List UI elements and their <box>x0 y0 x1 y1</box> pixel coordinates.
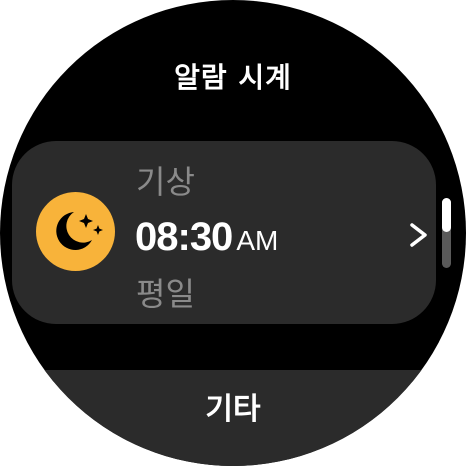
alarm-ampm: AM <box>236 225 279 256</box>
moon-stars-icon-graphic <box>56 212 103 250</box>
more-button-label: 기타 <box>205 392 261 427</box>
alarm-time-row: 08:30 AM <box>135 215 278 259</box>
watch-screen: 알람 시계 기상 08:30 AM 평일 기타 <box>0 0 466 466</box>
more-button[interactable]: 기타 <box>0 370 466 466</box>
scrollbar-thumb[interactable] <box>442 198 451 232</box>
page-title: 알람 시계 <box>174 61 292 94</box>
moon-stars-icon <box>36 192 115 271</box>
scrollbar[interactable] <box>442 198 451 268</box>
alarm-label: 기상 <box>136 163 195 201</box>
alarm-repeat-days: 평일 <box>136 275 195 313</box>
alarm-time: 08:30 <box>135 215 233 259</box>
chevron-right-icon <box>410 223 427 247</box>
alarm-item[interactable]: 기상 08:30 AM 평일 <box>12 141 436 324</box>
